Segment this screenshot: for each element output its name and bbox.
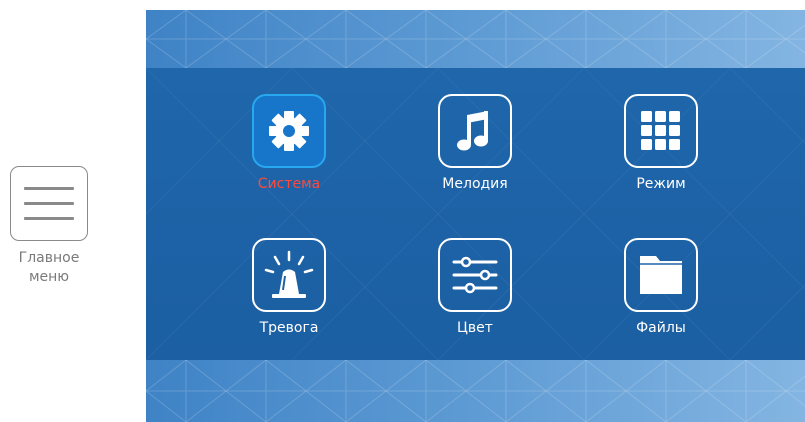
device-screen: Система Мелодия Режим Тревога Цвет Файлы <box>146 10 805 422</box>
menu-tile-alarm[interactable]: Тревога <box>229 238 349 336</box>
sliders-icon <box>452 256 498 294</box>
bottom-band <box>146 360 805 422</box>
band-pattern <box>146 360 805 422</box>
menu-tile-frame <box>624 238 698 312</box>
menu-tile-label: Система <box>257 176 321 192</box>
hamburger-line <box>24 217 74 220</box>
menu-tile-frame <box>624 94 698 168</box>
menu-tile-frame <box>252 94 326 168</box>
menu-tile-label: Тревога <box>259 320 319 336</box>
menu-tile-label: Цвет <box>457 320 493 336</box>
menu-tile-label: Файлы <box>636 320 686 336</box>
menu-tile-system[interactable]: Система <box>229 94 349 192</box>
menu-panel: Система Мелодия Режим Тревога Цвет Файлы <box>146 68 805 360</box>
menu-tile-frame <box>438 94 512 168</box>
alarm-siren-icon <box>264 250 314 298</box>
hamburger-line <box>24 202 74 205</box>
main-menu-label: Главное меню <box>4 249 94 287</box>
menu-tile-label: Мелодия <box>442 176 508 192</box>
menu-tile-label: Режим <box>636 176 686 192</box>
menu-tile-mode[interactable]: Режим <box>601 94 721 192</box>
music-note-icon <box>457 111 488 151</box>
menu-tile-melody[interactable]: Мелодия <box>415 94 535 192</box>
hamburger-line <box>24 187 74 190</box>
folder-icon <box>640 256 682 294</box>
menu-tile-color[interactable]: Цвет <box>415 238 535 336</box>
band-pattern <box>146 10 805 68</box>
top-band <box>146 10 805 68</box>
grid-icon <box>641 111 680 150</box>
menu-tile-frame <box>438 238 512 312</box>
main-menu-label-line1: Главное <box>18 250 80 266</box>
menu-tile-frame <box>252 238 326 312</box>
menu-tile-files[interactable]: Файлы <box>601 238 721 336</box>
gear-icon <box>269 111 309 151</box>
main-menu-label-line2: меню <box>28 269 70 285</box>
main-menu-button[interactable] <box>10 166 88 241</box>
